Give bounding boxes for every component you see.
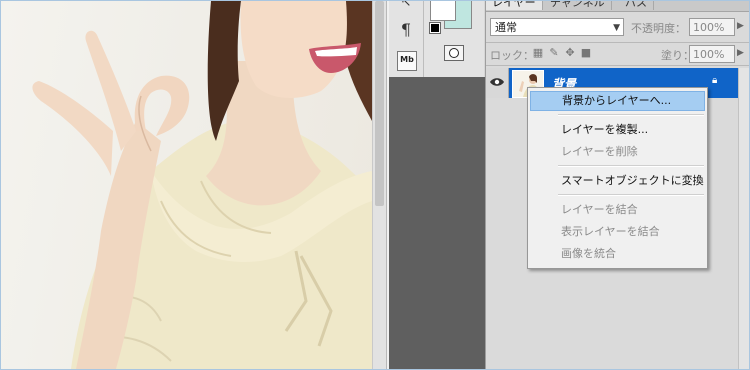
lock-icon: 🔒︎ (712, 75, 718, 86)
photoshop-window: ↖ ¶ Mb レイヤー チャンネル パス 通常 ▼ 不透明度： 100% ▶ ロ… (0, 0, 750, 370)
canvas-vertical-scrollbar[interactable] (372, 1, 386, 369)
menu-separator (558, 194, 704, 196)
lock-transparent-pixels-icon[interactable]: ▦ (532, 47, 544, 59)
divider (486, 42, 749, 43)
panel-tabs: レイヤー チャンネル パス (486, 1, 749, 12)
opacity-label: 不透明度： (631, 22, 686, 35)
menu-item-flatten-image[interactable]: 画像を統合 (530, 244, 705, 264)
menu-item-merge-layers[interactable]: レイヤーを結合 (530, 200, 705, 220)
opacity-field[interactable]: 100% (689, 18, 735, 36)
fill-field[interactable]: 100% (689, 45, 735, 63)
menu-separator (558, 165, 704, 167)
tab-channels[interactable]: チャンネル (544, 1, 612, 10)
fill-dropdown-icon[interactable]: ▶ (737, 48, 744, 58)
blend-mode-value: 通常 (495, 21, 517, 34)
move-tool-icon[interactable]: ↖ (397, 1, 415, 13)
lock-row: ロック： ▦ ✎ ✥ ■ 塗り： 100% ▶ (490, 44, 746, 64)
menu-item-layer-from-background[interactable]: 背景からレイヤーへ... (530, 91, 705, 111)
menu-item-delete-layer[interactable]: レイヤーを削除 (530, 142, 705, 162)
scrollbar-thumb[interactable] (375, 1, 384, 206)
menu-item-convert-smart-object[interactable]: スマートオブジェクトに変換 (530, 171, 705, 191)
lock-all-icon[interactable]: ■ (580, 47, 592, 59)
divider (486, 65, 749, 66)
menu-item-merge-visible[interactable]: 表示レイヤーを結合 (530, 222, 705, 242)
paragraph-icon[interactable]: ¶ (397, 21, 415, 39)
tool-strip: ↖ ¶ Mb (389, 1, 424, 77)
woman-photo-illustration (32, 1, 372, 369)
opacity-dropdown-icon[interactable]: ▶ (737, 21, 744, 31)
lock-position-icon[interactable]: ✥ (564, 47, 576, 59)
quick-mask-icon[interactable] (444, 45, 464, 61)
lock-image-pixels-icon[interactable]: ✎ (548, 47, 560, 59)
tab-layers[interactable]: レイヤー (486, 1, 543, 10)
tab-paths[interactable]: パス (619, 1, 654, 10)
color-swatches (424, 1, 484, 77)
menu-item-duplicate-layer[interactable]: レイヤーを複製... (530, 120, 705, 140)
blend-mode-select[interactable]: 通常 ▼ (490, 18, 624, 36)
default-colors-icon[interactable] (429, 22, 441, 34)
layers-scrollbar[interactable] (738, 68, 749, 369)
workspace-background (389, 77, 485, 369)
chevron-down-icon: ▼ (613, 23, 620, 33)
foreground-color-swatch[interactable] (430, 1, 456, 21)
eye-icon (490, 78, 504, 86)
layer-context-menu: 背景からレイヤーへ... レイヤーを複製... レイヤーを削除 スマートオブジェ… (527, 87, 708, 269)
canvas-image[interactable] (1, 1, 372, 369)
menu-separator (558, 114, 704, 116)
lock-label: ロック： (490, 49, 534, 62)
blend-row: 通常 ▼ 不透明度： 100% ▶ (490, 18, 746, 40)
mini-bridge-icon[interactable]: Mb (397, 51, 417, 71)
visibility-toggle[interactable] (486, 68, 509, 98)
